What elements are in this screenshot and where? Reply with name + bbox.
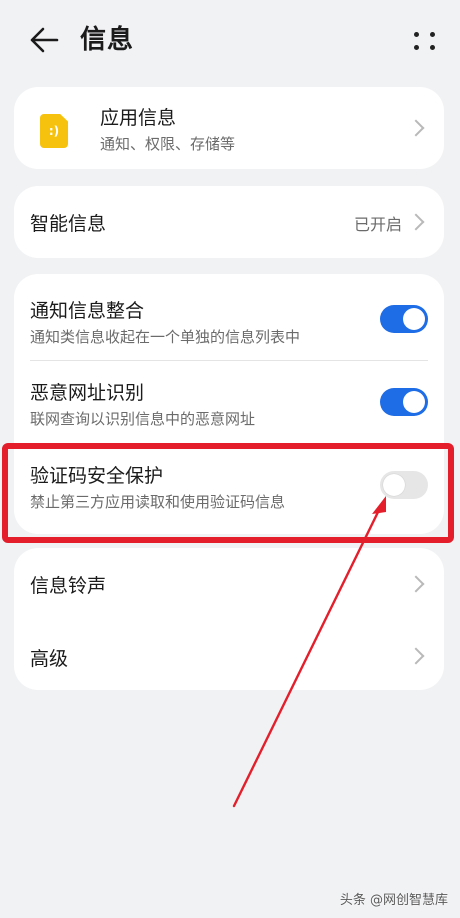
app-info-title: 应用信息	[100, 107, 177, 129]
toggle-knob	[383, 474, 405, 496]
more-settings-card: 信息铃声 高级	[14, 548, 444, 690]
back-arrow-icon	[30, 27, 59, 53]
toggle-row-notification-merge[interactable]: 通知信息整合 通知类信息收起在一个单独的信息列表中	[14, 274, 444, 360]
chevron-right-icon	[407, 213, 425, 231]
toggle-title: 验证码安全保护	[30, 465, 164, 487]
watermark: 头条 @网创智慧库	[339, 893, 448, 908]
verification-code-toggle[interactable]	[380, 471, 428, 499]
more-dot-icon	[414, 45, 419, 50]
toggles-card: 通知信息整合 通知类信息收起在一个单独的信息列表中 恶意网址识别 联网查询以识别…	[14, 274, 444, 534]
list-item-ringtone[interactable]: 信息铃声	[14, 548, 444, 620]
chevron-right-icon	[407, 647, 425, 665]
toggle-knob	[403, 308, 425, 330]
smart-info-title: 智能信息	[30, 213, 107, 235]
chevron-right-icon	[407, 575, 425, 593]
toggle-row-malicious-url[interactable]: 恶意网址识别 联网查询以识别信息中的恶意网址	[14, 360, 444, 444]
app-info-subtitle: 通知、权限、存储等	[100, 135, 236, 153]
advanced-title: 高级	[30, 648, 69, 670]
toggle-subtitle: 联网查询以识别信息中的恶意网址	[30, 410, 256, 428]
toggle-title: 恶意网址识别	[30, 382, 145, 404]
toggle-title: 通知信息整合	[30, 300, 145, 322]
more-dot-icon	[430, 32, 435, 37]
messages-settings-screen: 信息 :) 应用信息 通知、权限、存储等 智能信息 已开启 通知信息整合 通知类…	[0, 0, 460, 918]
notification-merge-toggle[interactable]	[380, 305, 428, 333]
malicious-url-toggle[interactable]	[380, 388, 428, 416]
more-dot-icon	[430, 45, 435, 50]
smart-info-card[interactable]: 智能信息 已开启	[14, 186, 444, 258]
back-button[interactable]	[24, 22, 64, 58]
list-item-advanced[interactable]: 高级	[14, 620, 444, 690]
smart-info-status: 已开启	[353, 215, 402, 234]
ringtone-title: 信息铃声	[30, 575, 107, 597]
messages-app-icon: :)	[40, 114, 68, 148]
toggle-subtitle: 禁止第三方应用读取和使用验证码信息	[30, 493, 286, 511]
toggle-knob	[403, 391, 425, 413]
top-bar: 信息	[0, 0, 460, 82]
chevron-right-icon	[407, 119, 425, 137]
more-dot-icon	[414, 32, 419, 37]
toggle-subtitle: 通知类信息收起在一个单独的信息列表中	[30, 328, 301, 346]
toggle-row-verification-code[interactable]: 验证码安全保护 禁止第三方应用读取和使用验证码信息	[14, 444, 444, 534]
page-title: 信息	[80, 25, 135, 55]
app-info-card[interactable]: :) 应用信息 通知、权限、存储等	[14, 87, 444, 169]
more-options-button[interactable]	[410, 26, 440, 56]
